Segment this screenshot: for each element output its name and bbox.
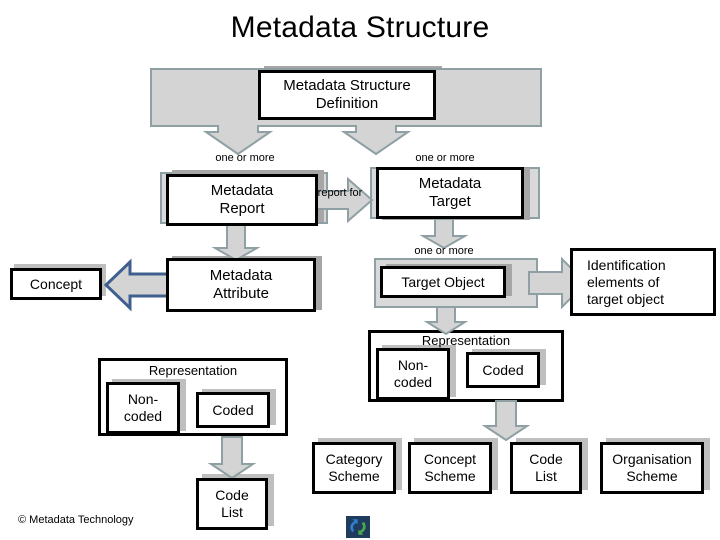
target-object-to-representation-arrow — [424, 306, 468, 336]
metadata-target-label-line1: Metadata — [418, 175, 482, 192]
report-to-attribute-arrow — [212, 224, 260, 262]
msd-label-line2: Definition — [315, 95, 379, 112]
coded-left-label: Coded — [212, 401, 254, 418]
metadata-attribute-box[interactable]: Metadata Attribute — [166, 258, 316, 312]
code-list-bottom-label-line2: List — [535, 468, 557, 484]
metadata-report-label-line2: Report — [219, 200, 265, 217]
concept-scheme-box[interactable]: Concept Scheme — [408, 442, 492, 494]
concept-label: Concept — [29, 275, 83, 292]
noncoded-left-box[interactable]: Non- coded — [106, 382, 180, 434]
noncoded-left-label-line2: coded — [123, 408, 163, 424]
edge-label-report-for: report for — [317, 187, 363, 199]
noncoded-right-label-line1: Non- — [397, 357, 429, 373]
representation-right-down-arrow — [482, 400, 530, 442]
page-title: Metadata Structure — [230, 11, 490, 44]
metadata-attribute-label-line2: Attribute — [213, 285, 269, 302]
coded-right-label: Coded — [482, 361, 524, 378]
metadata-report-label-line1: Metadata — [210, 182, 274, 199]
code-list-left-label-line2: List — [221, 504, 243, 520]
coded-right-box[interactable]: Coded — [466, 352, 540, 388]
metadata-target-box[interactable]: Metadata Target — [376, 167, 524, 219]
identification-elements-box[interactable]: Identification elements of target object — [570, 248, 716, 316]
identification-label-line2: elements of — [587, 273, 660, 290]
footer-copyright: © Metadata Technology — [18, 514, 134, 526]
edge-label-one-or-more-target: one or more — [415, 152, 475, 164]
organisation-scheme-label-line1: Organisation — [612, 451, 692, 467]
category-scheme-label-line2: Scheme — [328, 468, 380, 484]
representation-left-to-code-list-arrow — [208, 436, 256, 480]
category-scheme-label-line1: Category — [325, 451, 383, 467]
edge-label-one-or-more-report: one or more — [215, 152, 275, 164]
organisation-scheme-box[interactable]: Organisation Scheme — [600, 442, 704, 494]
identification-label-line3: target object — [587, 290, 665, 307]
representation-right-title: Representation — [421, 333, 511, 348]
identification-label-line1: Identification — [587, 256, 666, 273]
msd-label-line1: Metadata Structure — [283, 77, 411, 94]
code-list-bottom-label-line1: Code — [529, 451, 563, 467]
msd-box[interactable]: Metadata Structure Definition — [258, 70, 436, 120]
target-object-box[interactable]: Target Object — [380, 266, 506, 298]
organisation-scheme-label-line2: Scheme — [626, 468, 678, 484]
coded-left-box[interactable]: Coded — [196, 392, 270, 428]
noncoded-left-label-line1: Non- — [127, 391, 159, 407]
metadata-report-box[interactable]: Metadata Report — [166, 174, 318, 226]
representation-left-title: Representation — [148, 363, 238, 378]
concept-box[interactable]: Concept — [10, 268, 102, 300]
code-list-left-box[interactable]: Code List — [196, 478, 268, 530]
code-list-bottom-box[interactable]: Code List — [510, 442, 582, 494]
category-scheme-box[interactable]: Category Scheme — [312, 442, 396, 494]
concept-scheme-label-line1: Concept — [423, 451, 477, 467]
metadata-attribute-label-line1: Metadata — [209, 267, 273, 284]
target-object-label: Target Object — [401, 273, 485, 290]
noncoded-right-label-line2: coded — [393, 374, 433, 390]
code-list-left-label-line1: Code — [215, 487, 249, 503]
report-for-arrow — [312, 176, 374, 224]
concept-scheme-label-line2: Scheme — [424, 468, 476, 484]
recycle-arrows-icon[interactable] — [346, 516, 370, 538]
diagram-canvas: Metadata Structure Metadata Structure De… — [0, 0, 720, 540]
metadata-target-label-line2: Target — [429, 193, 471, 210]
edge-label-one-or-more-target-object: one or more — [414, 245, 474, 257]
noncoded-right-box[interactable]: Non- coded — [376, 348, 450, 400]
